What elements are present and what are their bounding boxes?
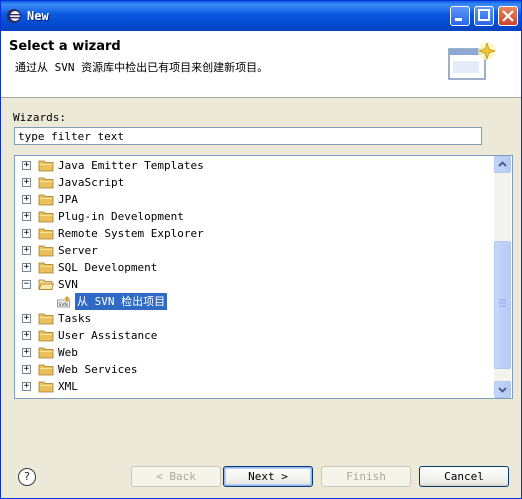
tree-item[interactable]: + Tasks xyxy=(15,310,493,327)
tree-item-label: Server xyxy=(58,244,98,257)
chevron-down-icon xyxy=(498,387,507,393)
filter-input[interactable] xyxy=(14,127,482,145)
page-title: Select a wizard xyxy=(9,39,121,54)
tree-item[interactable]: + Server xyxy=(15,242,493,259)
expand-toggle-icon[interactable]: + xyxy=(22,365,31,374)
expand-toggle-icon[interactable]: + xyxy=(22,246,31,255)
svg-text:SVN: SVN xyxy=(59,302,68,308)
expand-toggle-icon[interactable]: + xyxy=(22,348,31,357)
back-button[interactable]: < Back xyxy=(131,466,221,487)
close-button[interactable] xyxy=(498,6,518,26)
window-title: New xyxy=(27,9,49,23)
chevron-up-icon xyxy=(498,161,507,167)
tree-item[interactable]: − SVN xyxy=(15,276,493,293)
minimize-icon xyxy=(455,18,462,21)
tree-item[interactable]: + XML xyxy=(15,378,493,395)
tree-item-label: Tasks xyxy=(58,312,92,325)
tree-item-label: User Assistance xyxy=(58,329,158,342)
folder-icon xyxy=(38,177,54,189)
expand-toggle-icon[interactable]: + xyxy=(22,229,31,238)
tree-item-label: XML xyxy=(58,380,78,393)
grip-icon xyxy=(499,299,506,307)
folder-icon xyxy=(38,194,54,206)
expand-toggle-icon[interactable]: + xyxy=(22,314,31,323)
tree-item[interactable]: + Java Emitter Templates xyxy=(15,157,493,174)
tree-item[interactable]: + Web xyxy=(15,344,493,361)
tree-item-label: Remote System Explorer xyxy=(58,227,204,240)
folder-icon xyxy=(38,228,54,240)
expand-toggle-icon[interactable]: + xyxy=(22,195,31,204)
tree-item[interactable]: + User Assistance xyxy=(15,327,493,344)
folder-icon xyxy=(38,262,54,274)
tree-item[interactable]: + JPA xyxy=(15,191,493,208)
folder-icon xyxy=(38,313,54,325)
expand-toggle-icon[interactable]: + xyxy=(22,263,31,272)
scroll-down-button[interactable] xyxy=(494,381,511,398)
expand-toggle-icon[interactable]: + xyxy=(22,382,31,391)
tree-item-label: Web Services xyxy=(58,363,138,376)
tree-item-label: JPA xyxy=(58,193,78,206)
svn-checkout-icon: SVN xyxy=(57,296,70,308)
next-button[interactable]: Next > xyxy=(223,466,313,487)
expand-toggle-icon[interactable]: + xyxy=(22,212,31,221)
tree-item-label: SQL Development xyxy=(58,261,158,274)
tree-item-label: Web xyxy=(58,346,78,359)
tree-item-label: SVN xyxy=(58,278,78,291)
tree-item[interactable]: + JavaScript xyxy=(15,174,493,191)
tree-item-label: JavaScript xyxy=(58,176,125,189)
folder-icon xyxy=(38,211,54,223)
title-bar[interactable]: New xyxy=(1,1,521,31)
folder-icon xyxy=(38,347,54,359)
new-wizard-banner-icon xyxy=(448,42,496,80)
folder-icon xyxy=(38,245,54,257)
minimize-button[interactable] xyxy=(450,6,470,26)
expand-toggle-icon[interactable]: + xyxy=(22,331,31,340)
tree-item-label: Java Emitter Templates xyxy=(58,159,204,172)
vertical-scrollbar[interactable] xyxy=(494,156,511,398)
tree-item[interactable]: + SQL Development xyxy=(15,259,493,276)
help-button[interactable]: ? xyxy=(18,468,36,486)
tree-item[interactable]: + Remote System Explorer xyxy=(15,225,493,242)
cancel-button[interactable]: Cancel xyxy=(419,466,509,487)
wizard-header: Select a wizard 通过从 SVN 资源库中检出已有项目来创建新项目… xyxy=(1,31,521,98)
page-description: 通过从 SVN 资源库中检出已有项目来创建新项目。 xyxy=(15,61,269,74)
expand-toggle-icon[interactable]: + xyxy=(22,178,31,187)
expand-toggle-icon[interactable]: + xyxy=(22,161,31,170)
tree-item-label: Plug-in Development xyxy=(58,210,184,223)
folder-open-icon xyxy=(38,279,54,290)
folder-icon xyxy=(38,381,54,393)
scroll-up-button[interactable] xyxy=(494,156,511,173)
wizard-dialog: New Select a wizard 通过从 SVN 资源库中检出已有项目来创… xyxy=(0,0,522,499)
tree-item-label: 从 SVN 检出项目 xyxy=(75,293,168,310)
folder-icon xyxy=(38,364,54,376)
tree-item[interactable]: + Plug-in Development xyxy=(15,208,493,225)
wizards-label: Wizards: xyxy=(13,111,66,124)
eclipse-icon xyxy=(7,9,21,23)
tree-item-child[interactable]: SVN 从 SVN 检出项目 xyxy=(15,293,493,310)
close-icon xyxy=(502,10,514,22)
wizard-tree: + Java Emitter Templates + JavaScript + JPA + P… xyxy=(14,155,513,399)
finish-button[interactable]: Finish xyxy=(321,466,411,487)
collapse-toggle-icon[interactable]: − xyxy=(22,280,31,289)
maximize-button[interactable] xyxy=(474,6,494,26)
folder-icon xyxy=(38,330,54,342)
maximize-icon xyxy=(478,9,490,21)
folder-icon xyxy=(38,160,54,172)
tree-item[interactable]: + Web Services xyxy=(15,361,493,378)
scroll-thumb[interactable] xyxy=(494,241,511,369)
